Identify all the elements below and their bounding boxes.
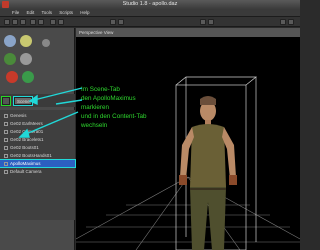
viewport-header: Perspective View xyxy=(76,28,300,37)
pose-icon[interactable] xyxy=(200,19,206,25)
render-icon[interactable] xyxy=(50,19,56,25)
view-icon[interactable] xyxy=(110,19,116,25)
lightbulb-icon[interactable] xyxy=(20,35,32,47)
new-icon[interactable] xyxy=(4,19,10,25)
visibility-icon[interactable] xyxy=(4,129,8,134)
tab-content[interactable] xyxy=(1,96,11,106)
instruction-line: wechseln xyxy=(81,122,108,129)
list-item-label: Genesis xyxy=(10,113,27,118)
list-item-label: Default Camera xyxy=(10,169,42,174)
list-item[interactable]: Ge02 Camera01 xyxy=(0,128,75,135)
window-title: Studio 1.8 - apollo.daz xyxy=(122,1,178,7)
parameter-icons xyxy=(2,31,72,93)
scene-icon[interactable] xyxy=(4,53,16,65)
visibility-icon[interactable] xyxy=(4,169,8,174)
left-panel: Scene Genesis Ge02 EarlMeers Ge02 Camera… xyxy=(0,28,76,250)
list-item-selected[interactable]: ApolloMaximus xyxy=(0,159,76,168)
visibility-icon[interactable] xyxy=(4,113,8,118)
scene-list: Genesis Ge02 EarlMeers Ge02 Camera01 Ge0… xyxy=(0,110,76,220)
list-item[interactable]: Genesis xyxy=(0,112,75,119)
save-icon[interactable] xyxy=(20,19,26,25)
open-icon[interactable] xyxy=(12,19,18,25)
panel-tabs: Scene xyxy=(0,94,75,107)
rotate-icon[interactable] xyxy=(208,19,214,25)
ground-grid xyxy=(76,176,300,250)
visibility-icon[interactable] xyxy=(4,145,8,150)
instruction-text: Im Scene-Tab den ApolloMaximus markieren… xyxy=(81,85,201,130)
menu-edit[interactable]: Edit xyxy=(27,10,35,15)
viewport[interactable]: Perspective View xyxy=(76,28,300,250)
list-item-label: Ge02 Bracelets1 xyxy=(10,137,44,142)
list-item[interactable]: Ge02 EarlMeers xyxy=(0,120,75,127)
instruction-line: den ApolloMaximus xyxy=(81,95,136,102)
instruction-line: Im Scene-Tab xyxy=(81,86,120,93)
instruction-line: markieren xyxy=(81,104,109,111)
list-item-label: Ge02 EarlMeers xyxy=(10,121,43,126)
close-icon[interactable] xyxy=(288,19,294,25)
list-item[interactable]: Ge02 Boots01 xyxy=(0,144,75,151)
list-item[interactable]: Ge02 Bracelets1 xyxy=(0,136,75,143)
tab-scene[interactable]: Scene xyxy=(13,96,33,106)
visibility-icon[interactable] xyxy=(4,161,8,166)
color-wheel-icon[interactable] xyxy=(6,71,18,83)
visibility-icon[interactable] xyxy=(4,121,8,126)
menu-tools[interactable]: Tools xyxy=(41,10,52,15)
menu-file[interactable]: File xyxy=(12,10,19,15)
camera-icon[interactable] xyxy=(20,53,32,65)
figure-icon[interactable] xyxy=(4,35,16,47)
help-icon[interactable] xyxy=(280,19,286,25)
lights-icon[interactable] xyxy=(58,19,64,25)
menu-help[interactable]: Help xyxy=(80,10,89,15)
undo-icon[interactable] xyxy=(30,19,36,25)
list-item[interactable]: Default Camera xyxy=(0,168,75,175)
visibility-icon[interactable] xyxy=(4,137,8,142)
window-titlebar: Studio 1.8 - apollo.daz xyxy=(0,0,300,9)
instruction-line: und in den Content-Tab xyxy=(81,113,147,120)
list-item-label: Ge02 BootsHands01 xyxy=(10,153,52,158)
list-item-label: Ge02 Boots01 xyxy=(10,145,39,150)
toolbar xyxy=(0,17,300,27)
camera-icon[interactable] xyxy=(118,19,124,25)
list-item-label: Ge02 Camera01 xyxy=(10,129,44,134)
viewport-canvas xyxy=(76,76,300,250)
settings-icon[interactable] xyxy=(42,39,50,47)
menu-bar: File Edit Tools Scripts Help xyxy=(0,9,300,17)
visibility-icon[interactable] xyxy=(4,153,8,158)
list-item-label: ApolloMaximus xyxy=(10,161,41,166)
list-item[interactable]: Ge02 BootsHands01 xyxy=(0,152,75,159)
redo-icon[interactable] xyxy=(38,19,44,25)
material-icon[interactable] xyxy=(22,71,34,83)
menu-scripts[interactable]: Scripts xyxy=(59,10,73,15)
